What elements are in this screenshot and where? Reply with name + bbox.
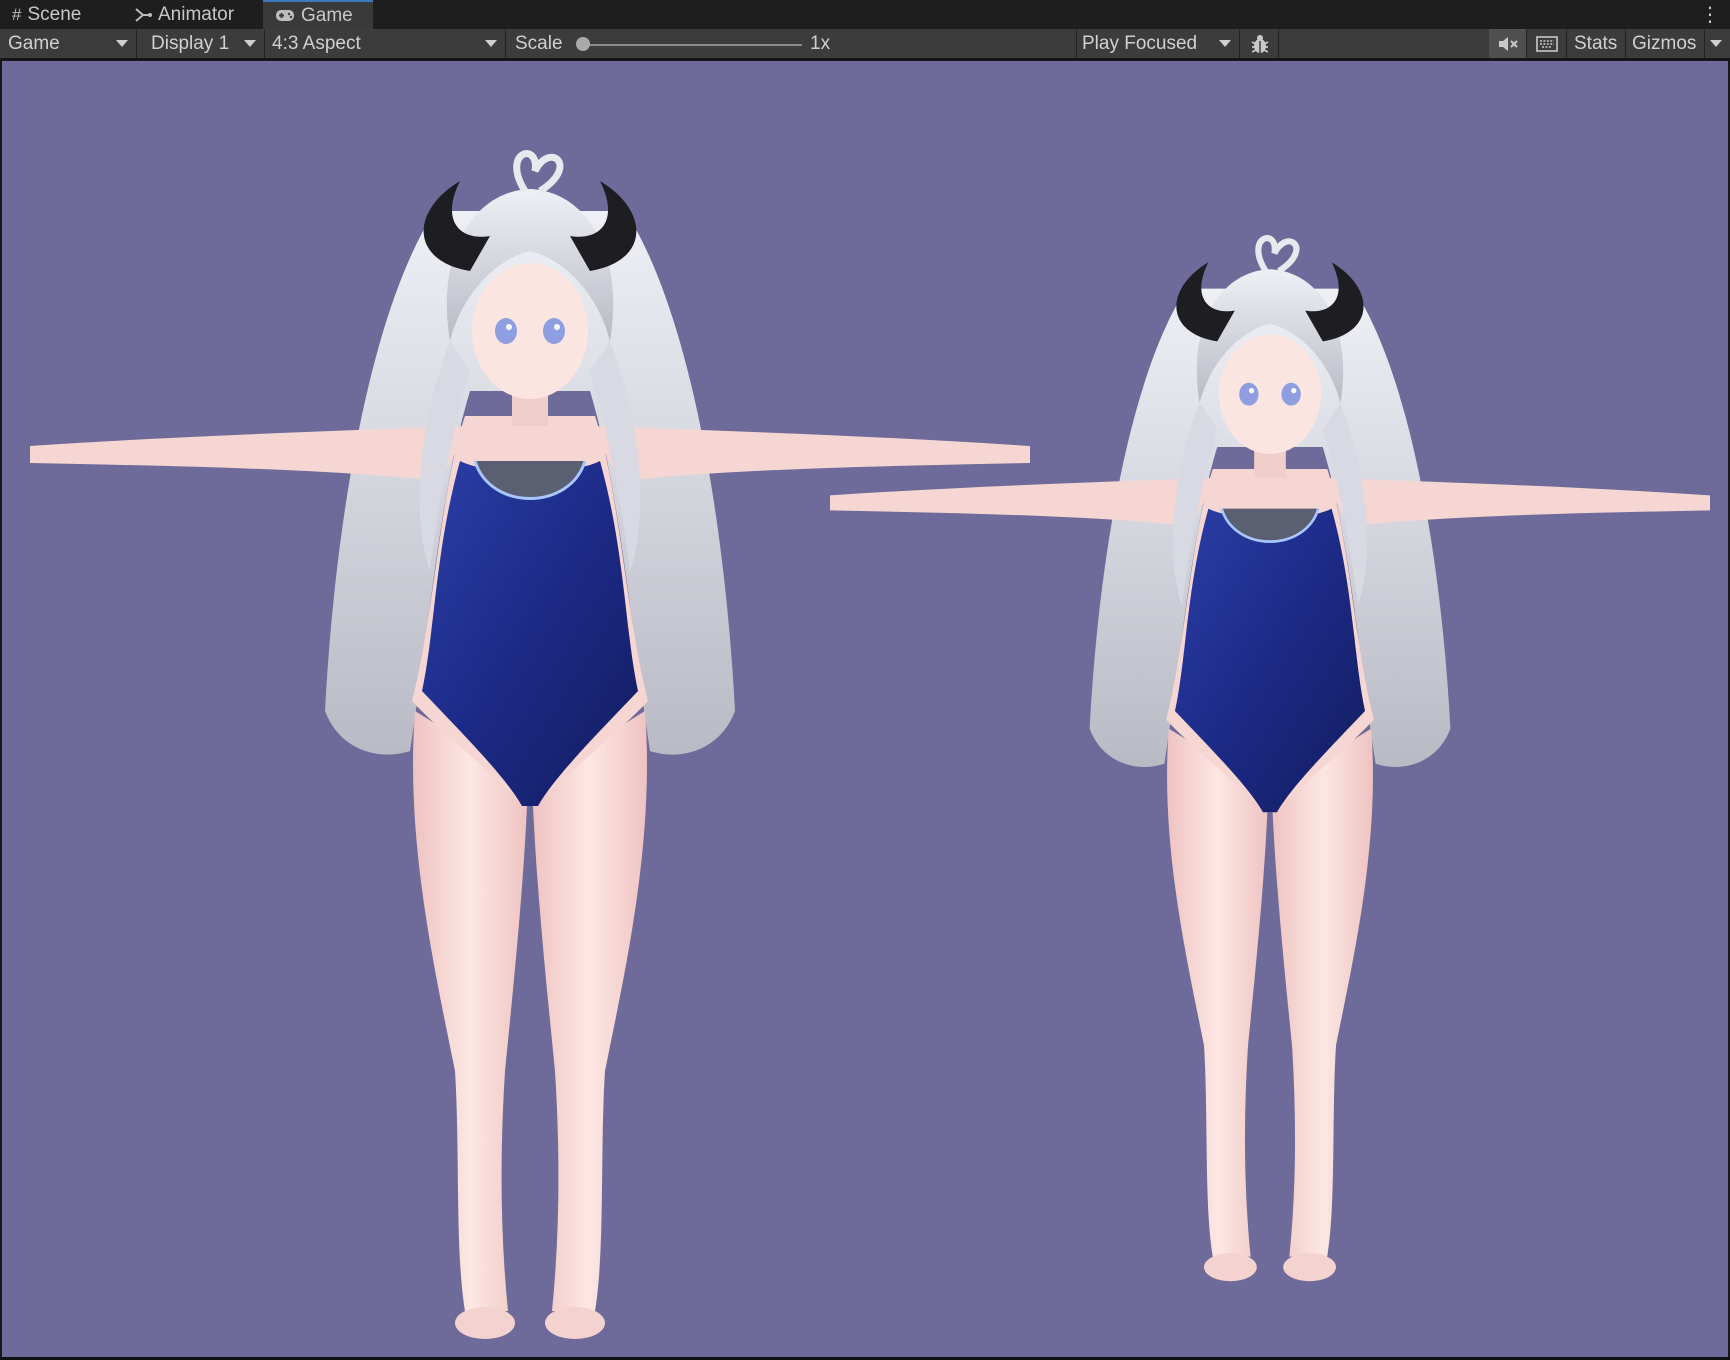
chevron-down-icon bbox=[485, 40, 497, 47]
play-mode-dropdown-label: Play Focused bbox=[1082, 32, 1198, 54]
animator-icon bbox=[134, 7, 152, 23]
scale-value: 1x bbox=[810, 32, 831, 54]
aspect-dropdown-label: 4:3 Aspect bbox=[272, 32, 361, 54]
avatar-left bbox=[30, 154, 1030, 1339]
speaker-mute-icon bbox=[1497, 35, 1519, 53]
display-dropdown-label: Display 1 bbox=[151, 32, 230, 54]
gizmos-dropdown[interactable]: Gizmos bbox=[1627, 29, 1730, 58]
scale-label: Scale bbox=[515, 32, 563, 54]
tab-scene[interactable]: # Scene bbox=[0, 0, 120, 29]
tab-strip: # Scene Animator Game ⋮ bbox=[0, 0, 1730, 30]
scale-slider-track[interactable] bbox=[582, 44, 802, 46]
stats-button[interactable]: Stats bbox=[1568, 29, 1626, 58]
tab-label: Game bbox=[301, 4, 353, 26]
stats-label: Stats bbox=[1574, 32, 1618, 54]
game-view-dropdown-label: Game bbox=[8, 32, 60, 54]
gizmos-label: Gizmos bbox=[1632, 32, 1697, 54]
scene-render bbox=[2, 61, 1728, 1357]
scale-slider-handle[interactable] bbox=[576, 37, 590, 51]
mute-audio-button[interactable] bbox=[1489, 29, 1527, 58]
game-viewport[interactable] bbox=[2, 61, 1728, 1357]
more-options-icon[interactable]: ⋮ bbox=[1700, 2, 1720, 27]
bug-icon bbox=[1249, 33, 1271, 55]
shortcuts-toggle-button[interactable] bbox=[1528, 29, 1567, 58]
chevron-down-icon bbox=[244, 40, 256, 47]
tab-label: Animator bbox=[158, 3, 235, 25]
avatar-right bbox=[830, 238, 1710, 1281]
aspect-dropdown[interactable]: 4:3 Aspect bbox=[266, 29, 506, 58]
chevron-down-icon bbox=[116, 40, 128, 47]
hash-icon: # bbox=[12, 4, 22, 24]
gamepad-icon bbox=[275, 9, 295, 22]
keyboard-icon bbox=[1536, 35, 1558, 52]
tab-game[interactable]: Game bbox=[263, 0, 373, 29]
game-view-dropdown[interactable]: Game bbox=[0, 29, 137, 58]
tab-label: Scene bbox=[27, 3, 82, 25]
tab-animator[interactable]: Animator bbox=[122, 0, 262, 29]
debug-toggle-button[interactable] bbox=[1241, 29, 1279, 58]
chevron-down-icon bbox=[1219, 40, 1231, 47]
chevron-down-icon bbox=[1710, 40, 1722, 47]
display-dropdown[interactable]: Display 1 bbox=[138, 29, 265, 58]
play-mode-dropdown[interactable]: Play Focused bbox=[1078, 29, 1240, 58]
